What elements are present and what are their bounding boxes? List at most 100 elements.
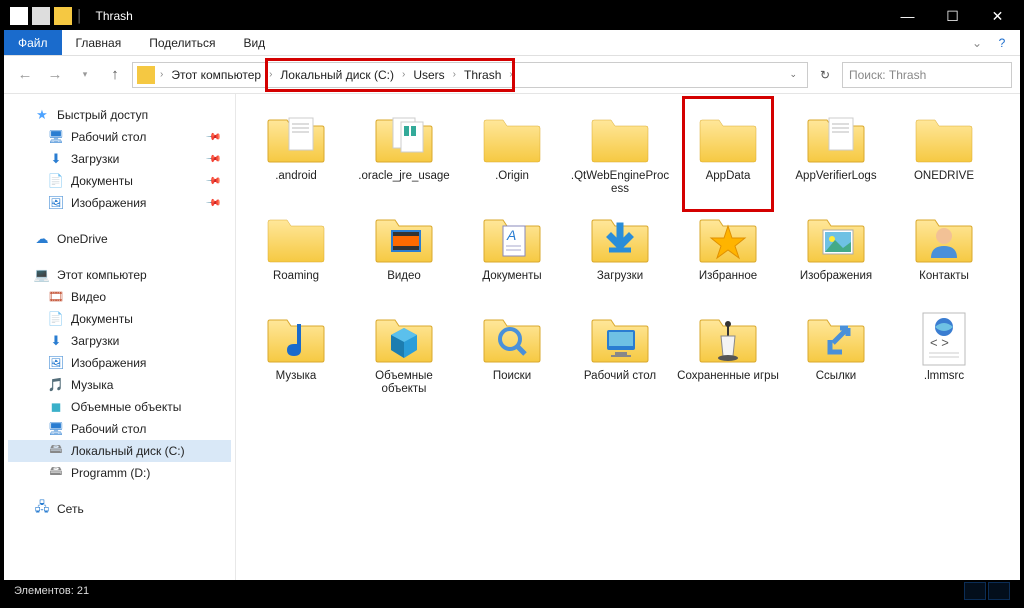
document-icon: 📄: [48, 311, 64, 327]
folder-item[interactable]: .QtWebEngineProcess: [566, 106, 674, 206]
quick-folder-icon[interactable]: [54, 7, 72, 25]
folder-item[interactable]: .oracle_jre_usage: [350, 106, 458, 206]
pictures-icon: 🖼: [48, 355, 64, 371]
ribbon-collapse-icon[interactable]: ⌄: [968, 30, 986, 55]
folder-label: .oracle_jre_usage: [358, 170, 449, 183]
folder-icon: [692, 310, 764, 368]
sidebar-item-video[interactable]: 🎞Видео: [8, 286, 231, 308]
pin-icon: 📌: [204, 195, 221, 212]
sidebar-network[interactable]: 🖧Сеть: [8, 498, 231, 520]
folder-item[interactable]: Контакты: [890, 206, 998, 306]
help-icon[interactable]: ?: [990, 30, 1014, 55]
sidebar-item-3d[interactable]: ◼Объемные объекты: [8, 396, 231, 418]
folder-label: Контакты: [919, 270, 969, 283]
folder-label: Документы: [482, 270, 541, 283]
folder-item[interactable]: Roaming: [242, 206, 350, 306]
folder-item[interactable]: .android: [242, 106, 350, 206]
address-bar[interactable]: › Этот компьютер › Локальный диск (C:) ›…: [132, 62, 808, 88]
nav-history-dropdown[interactable]: ▾: [72, 62, 98, 88]
folder-icon: [692, 210, 764, 268]
close-button[interactable]: ✕: [975, 2, 1020, 30]
folder-label: Изображения: [800, 270, 872, 283]
svg-text:< >: < >: [930, 335, 949, 350]
sidebar-item-documents-pc[interactable]: 📄Документы: [8, 308, 231, 330]
breadcrumb-thrash[interactable]: Thrash: [459, 63, 506, 87]
maximize-button[interactable]: ☐: [930, 2, 975, 30]
view-details-button[interactable]: [964, 582, 986, 600]
folder-item[interactable]: A Документы: [458, 206, 566, 306]
folder-item[interactable]: AppData: [674, 106, 782, 206]
folder-icon: [260, 310, 332, 368]
sidebar-item-pictures[interactable]: 🖼Изображения📌: [8, 192, 231, 214]
folder-item[interactable]: Видео: [350, 206, 458, 306]
titlebar: │ Thrash — ☐ ✕: [4, 2, 1020, 30]
folder-item[interactable]: < >.lmmsrc: [890, 306, 998, 406]
search-input[interactable]: Поиск: Thrash: [842, 62, 1012, 88]
folder-icon: < >: [908, 310, 980, 368]
sidebar-item-desktop-pc[interactable]: 🖥Рабочий стол: [8, 418, 231, 440]
folder-item[interactable]: .Origin: [458, 106, 566, 206]
cube-icon: ◼: [48, 399, 64, 415]
folder-item[interactable]: Изображения: [782, 206, 890, 306]
sidebar-item-downloads-pc[interactable]: ⬇Загрузки: [8, 330, 231, 352]
folder-item[interactable]: Сохраненные игры: [674, 306, 782, 406]
quick-doc-icon[interactable]: [32, 7, 50, 25]
network-icon: 🖧: [34, 501, 50, 517]
nav-up-button[interactable]: ↑: [102, 62, 128, 88]
svg-text:A: A: [506, 227, 516, 243]
minimize-button[interactable]: —: [885, 2, 930, 30]
sidebar-item-drive-c[interactable]: 🖴Локальный диск (C:): [8, 440, 231, 462]
breadcrumb-users[interactable]: Users: [408, 63, 449, 87]
breadcrumb-drive-c[interactable]: Локальный диск (C:): [275, 63, 399, 87]
folder-item[interactable]: Ссылки: [782, 306, 890, 406]
folder-item[interactable]: Избранное: [674, 206, 782, 306]
folder-icon: [584, 210, 656, 268]
folder-item[interactable]: Музыка: [242, 306, 350, 406]
folder-label: Рабочий стол: [584, 370, 656, 383]
view-icons-button[interactable]: [988, 582, 1010, 600]
ribbon-tab-view[interactable]: Вид: [229, 30, 279, 55]
folder-icon: [800, 110, 872, 168]
folder-icon: [908, 110, 980, 168]
nav-back-button[interactable]: ←: [12, 62, 38, 88]
sidebar-item-downloads[interactable]: ⬇Загрузки📌: [8, 148, 231, 170]
folder-icon: [368, 210, 440, 268]
status-count: Элементов: 21: [14, 585, 89, 597]
video-icon: 🎞: [48, 289, 64, 305]
folder-item[interactable]: Рабочий стол: [566, 306, 674, 406]
star-icon: ★: [34, 107, 50, 123]
folder-icon: [260, 210, 332, 268]
sidebar-quick-access[interactable]: ★ Быстрый доступ: [8, 104, 231, 126]
address-dropdown-icon[interactable]: ⌄: [783, 69, 803, 80]
folder-icon: [908, 210, 980, 268]
folder-item[interactable]: Объемные объекты: [350, 306, 458, 406]
folder-icon: [584, 310, 656, 368]
navbar: ← → ▾ ↑ › Этот компьютер › Локальный дис…: [4, 56, 1020, 94]
sidebar-onedrive[interactable]: ☁OneDrive: [8, 228, 231, 250]
breadcrumb-this-pc[interactable]: Этот компьютер: [166, 63, 266, 87]
nav-forward-button[interactable]: →: [42, 62, 68, 88]
onedrive-icon: ☁: [34, 231, 50, 247]
folder-icon: [368, 110, 440, 168]
sidebar-item-desktop[interactable]: 🖥Рабочий стол📌: [8, 126, 231, 148]
folder-item[interactable]: Поиски: [458, 306, 566, 406]
sidebar-item-drive-d[interactable]: 🖴Programm (D:): [8, 462, 231, 484]
ribbon-tab-home[interactable]: Главная: [62, 30, 136, 55]
folder-icon: [260, 110, 332, 168]
sidebar-item-pictures-pc[interactable]: 🖼Изображения: [8, 352, 231, 374]
sidebar-item-documents[interactable]: 📄Документы📌: [8, 170, 231, 192]
folder-item[interactable]: ONEDRIVE: [890, 106, 998, 206]
document-icon: 📄: [48, 173, 64, 189]
sidebar-this-pc[interactable]: 💻Этот компьютер: [8, 264, 231, 286]
folder-label: Сохраненные игры: [677, 370, 779, 383]
ribbon-tab-share[interactable]: Поделиться: [135, 30, 229, 55]
folder-item[interactable]: AppVerifierLogs: [782, 106, 890, 206]
folder-label: Поиски: [493, 370, 531, 383]
refresh-button[interactable]: ↻: [812, 62, 838, 88]
folder-label: .android: [275, 170, 317, 183]
sidebar-item-music[interactable]: 🎵Музыка: [8, 374, 231, 396]
folder-item[interactable]: Загрузки: [566, 206, 674, 306]
folder-icon: [476, 110, 548, 168]
ribbon-tab-file[interactable]: Файл: [4, 30, 62, 55]
status-bar: Элементов: 21: [4, 580, 1020, 602]
